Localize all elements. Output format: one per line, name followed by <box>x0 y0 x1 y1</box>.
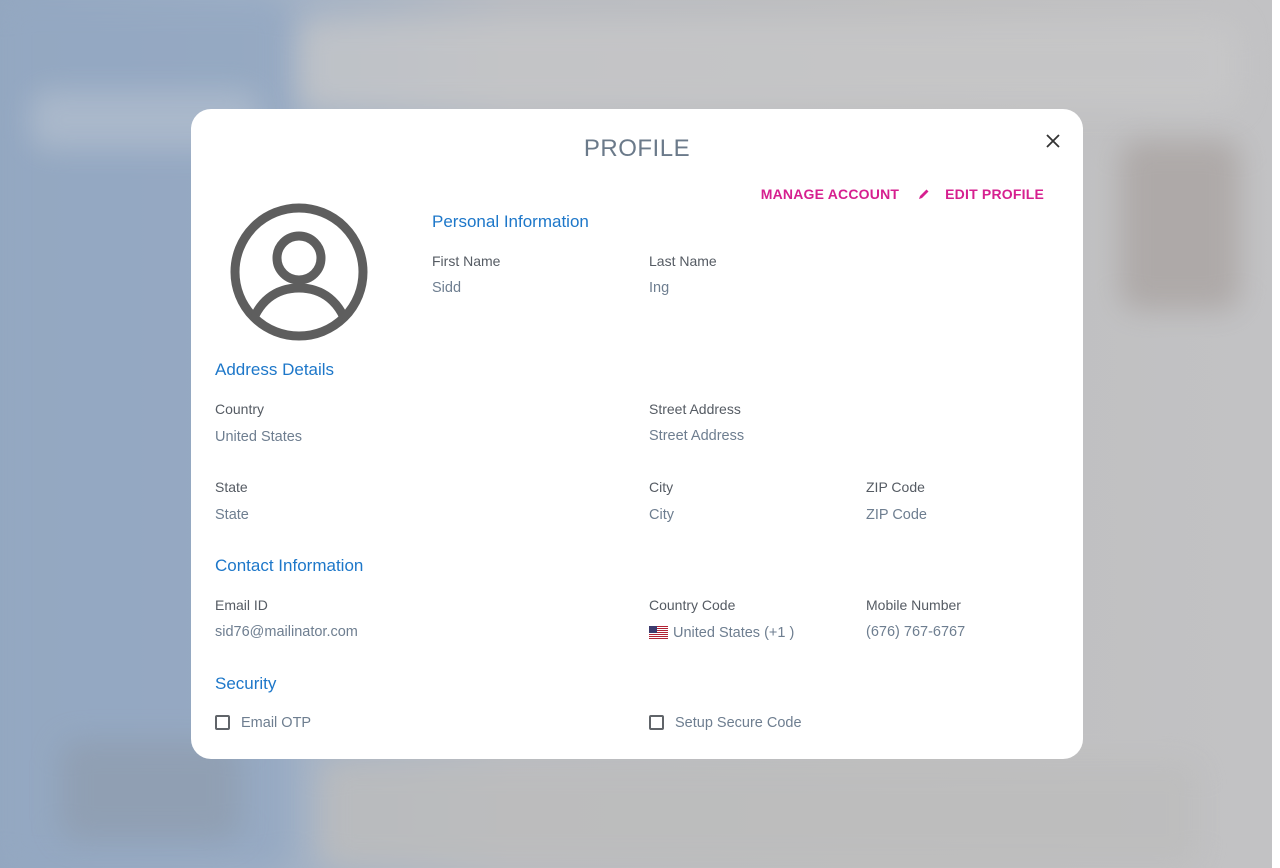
mobile-number-label: Mobile Number <box>866 597 961 613</box>
us-flag-icon <box>649 626 668 639</box>
email-id-label: Email ID <box>215 597 268 613</box>
first-name-value: Sidd <box>432 280 462 296</box>
email-id-value: sid76@mailinator.com <box>215 624 358 640</box>
zip-code-value: ZIP Code <box>866 507 927 523</box>
state-value: State <box>215 507 249 523</box>
manage-account-link[interactable]: MANAGE ACCOUNT <box>761 186 899 202</box>
country-value: United States <box>215 429 303 445</box>
close-icon[interactable] <box>1043 131 1063 151</box>
country-label: Country <box>215 401 265 417</box>
user-avatar-icon <box>227 200 371 344</box>
last-name-label: Last Name <box>649 253 717 269</box>
zip-code-label: ZIP Code <box>866 479 925 495</box>
first-name-label: First Name <box>432 253 501 269</box>
email-otp-checkbox[interactable] <box>215 715 230 730</box>
country-code-label: Country Code <box>649 597 736 613</box>
edit-profile-link[interactable]: EDIT PROFILE <box>945 186 1044 202</box>
security-heading: Security <box>215 674 277 693</box>
contact-info-heading: Contact Information <box>215 556 364 575</box>
email-otp-label[interactable]: Email OTP <box>241 715 311 731</box>
city-label: City <box>649 479 674 495</box>
modal-title: PROFILE <box>583 135 691 162</box>
address-details-heading: Address Details <box>215 360 335 379</box>
secure-code-label[interactable]: Setup Secure Code <box>675 715 802 731</box>
city-value: City <box>649 507 674 523</box>
street-address-value: Street Address <box>649 428 745 444</box>
profile-modal: PROFILE MANAGE ACCOUNT EDIT PROFILE Pers… <box>191 109 1083 759</box>
secure-code-checkbox[interactable] <box>649 715 664 730</box>
pencil-icon[interactable] <box>917 187 931 201</box>
state-label: State <box>215 479 248 495</box>
profile-actions: MANAGE ACCOUNT EDIT PROFILE <box>761 186 1044 202</box>
country-code-field: United States (+1 ) <box>649 625 794 641</box>
personal-info-heading: Personal Information <box>432 212 589 231</box>
street-address-label: Street Address <box>649 401 741 417</box>
country-code-value: United States (+1 ) <box>673 625 795 641</box>
mobile-number-value: (676) 767-6767 <box>866 624 966 640</box>
last-name-value: Ing <box>649 280 670 296</box>
